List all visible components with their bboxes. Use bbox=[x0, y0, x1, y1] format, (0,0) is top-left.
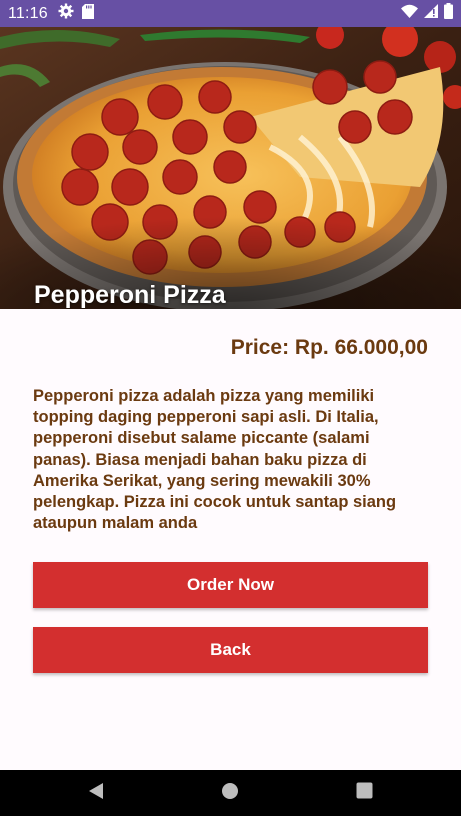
battery-icon bbox=[444, 3, 453, 24]
product-description: Pepperoni pizza adalah pizza yang memili… bbox=[33, 387, 397, 533]
navigation-bar bbox=[0, 770, 461, 816]
status-time: 11:16 bbox=[8, 4, 48, 22]
product-title: Pepperoni Pizza bbox=[34, 281, 226, 309]
order-now-button[interactable]: Order Now bbox=[33, 562, 428, 608]
nav-home-button[interactable] bbox=[200, 770, 260, 816]
pizza-photo bbox=[0, 27, 461, 309]
cellular-signal-icon bbox=[424, 4, 438, 23]
home-circle-icon bbox=[221, 782, 239, 805]
gear-icon bbox=[58, 3, 74, 24]
product-price: Price: Rp. 66.000,00 bbox=[230, 336, 428, 359]
status-bar: 11:16 bbox=[0, 0, 461, 27]
pizza-hero-image: Pepperoni Pizza bbox=[0, 27, 461, 309]
recents-square-icon bbox=[356, 782, 373, 804]
nav-recents-button[interactable] bbox=[334, 770, 394, 816]
sd-card-icon bbox=[81, 3, 94, 24]
nav-back-button[interactable] bbox=[66, 770, 126, 816]
back-triangle-icon bbox=[88, 782, 104, 805]
wifi-icon bbox=[401, 4, 418, 23]
back-button[interactable]: Back bbox=[33, 627, 428, 673]
